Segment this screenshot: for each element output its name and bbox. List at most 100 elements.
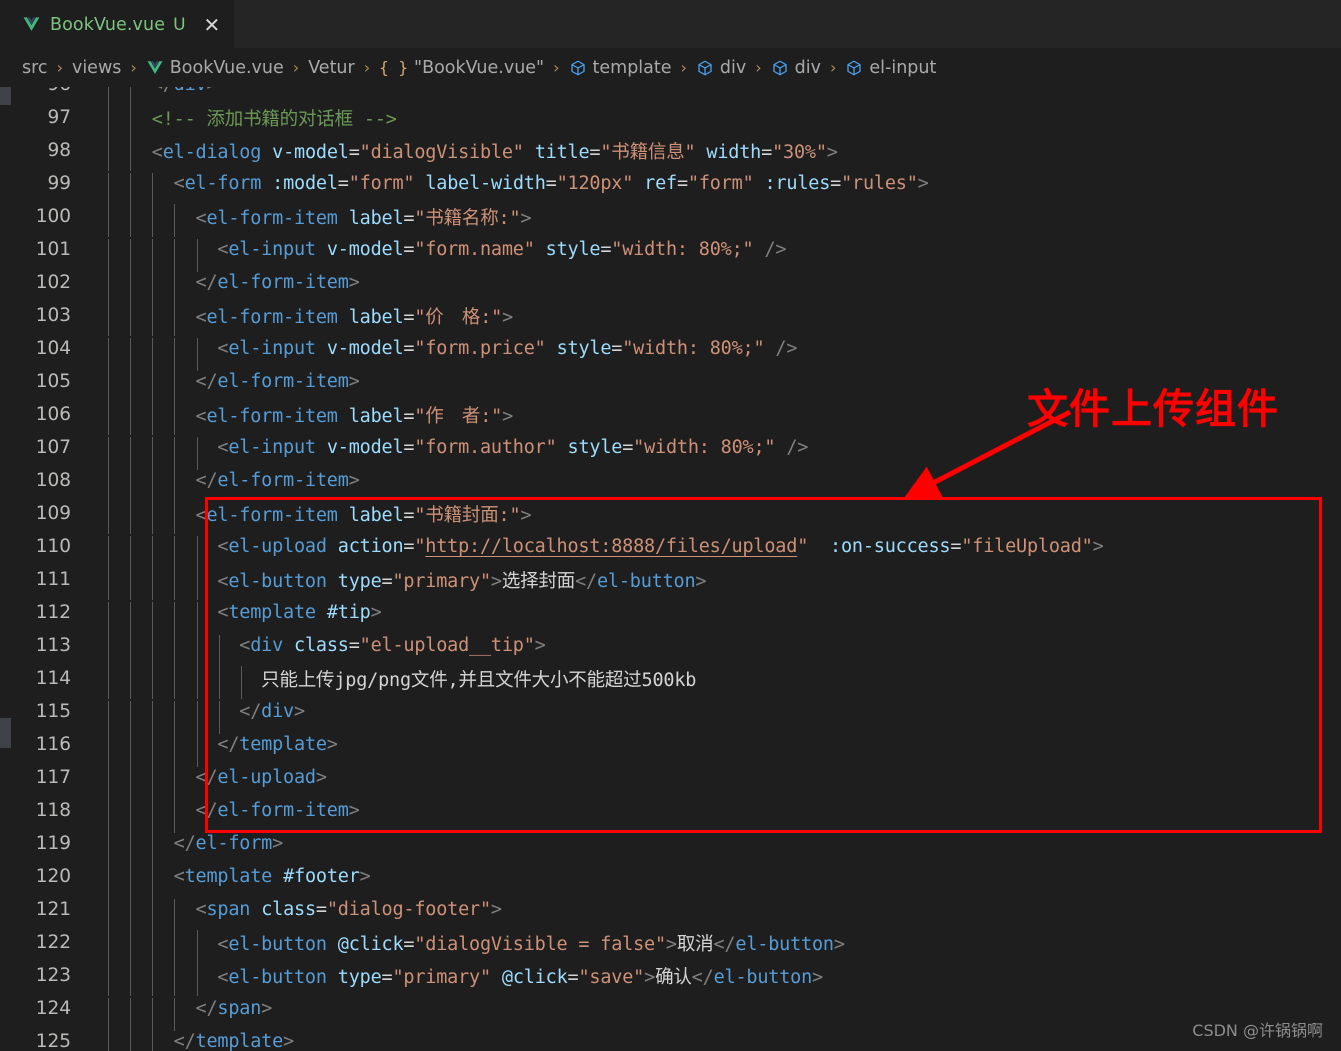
indent-guide: [174, 500, 176, 534]
code-line-text: </el-form-item>: [88, 470, 1341, 503]
breadcrumb-item-template[interactable]: template: [569, 58, 672, 78]
indent-guide: [152, 929, 154, 963]
indent-guide: [108, 1031, 109, 1051]
breadcrumb-item-bookvue-symbol[interactable]: { } "BookVue.vue": [379, 58, 544, 78]
code-line[interactable]: 115 </div>: [0, 695, 1341, 734]
tab-bookvue-vue[interactable]: BookVue.vue U ✕: [0, 0, 235, 48]
indent-guide: [108, 566, 109, 600]
indent-guide: [108, 104, 109, 138]
indent-guide: [108, 137, 109, 171]
code-line-text: <el-form-item label="书籍名称:">: [88, 203, 1341, 237]
code-line[interactable]: 114 只能上传jpg/png文件,并且文件大小不能超过500kb: [0, 662, 1341, 699]
code-line[interactable]: 109 <el-form-item label="书籍封面:">: [0, 497, 1341, 534]
code-line[interactable]: 104 <el-input v-model="form.price" style…: [0, 332, 1341, 371]
code-line[interactable]: 120 <template #footer>: [0, 860, 1341, 899]
code-line[interactable]: 121 <span class="dialog-footer">: [0, 893, 1341, 932]
breadcrumb-label: src: [22, 57, 48, 78]
line-number: 110: [35, 536, 71, 557]
breadcrumb-item-views[interactable]: views: [72, 58, 121, 78]
code-line[interactable]: 101 <el-input v-model="form.name" style=…: [0, 233, 1341, 272]
breadcrumb-label: Vetur: [308, 57, 355, 78]
code-line[interactable]: 116 </template>: [0, 728, 1341, 767]
code-line[interactable]: 100 <el-form-item label="书籍名称:">: [0, 200, 1341, 237]
indent-guide: [108, 203, 109, 237]
line-number: 97: [47, 107, 71, 128]
breadcrumb-item-bookvue-file[interactable]: BookVue.vue: [146, 58, 284, 78]
line-number: 114: [35, 668, 71, 689]
code-line[interactable]: 119 </el-form>: [0, 827, 1341, 866]
line-number: 116: [35, 734, 71, 755]
indent-guide: [108, 302, 109, 336]
breadcrumb-item-div-1[interactable]: div: [696, 58, 746, 78]
code-line[interactable]: 111 <el-button type="primary">选择封面</el-b…: [0, 563, 1341, 600]
code-line-text: <el-button @click="dialogVisible = false…: [88, 929, 1341, 963]
code-lines-container[interactable]: 96 </div>97 <!-- 添加书籍的对话框 -->98 <el-dial…: [0, 87, 1341, 1051]
indent-guide: [130, 302, 132, 336]
breadcrumb-item-vetur[interactable]: Vetur: [308, 58, 355, 78]
chevron-right-icon: ›: [363, 58, 371, 77]
code-line-text: <el-form-item label="书籍封面:">: [88, 500, 1341, 534]
code-line-text: </template>: [88, 1031, 1341, 1051]
code-line[interactable]: 123 <el-button type="primary" @click="sa…: [0, 959, 1341, 996]
code-line-text: </span>: [88, 998, 1341, 1031]
code-line-text: <!-- 添加书籍的对话框 -->: [88, 104, 1341, 138]
tab-unsaved-badge: U: [173, 14, 186, 35]
code-line[interactable]: 113 <div class="el-upload__tip">: [0, 629, 1341, 668]
indent-guide: [108, 929, 109, 963]
breadcrumb-item-src[interactable]: src: [22, 58, 48, 78]
code-line-text: </el-upload>: [88, 767, 1341, 800]
code-editor[interactable]: 96 </div>97 <!-- 添加书籍的对话框 -->98 <el-dial…: [0, 87, 1341, 1051]
line-number: 113: [35, 635, 71, 656]
line-number: 118: [35, 800, 71, 821]
code-line[interactable]: 98 <el-dialog v-model="dialogVisible" ti…: [0, 134, 1341, 171]
indent-guide: [174, 929, 176, 963]
tab-filename: BookVue.vue: [50, 14, 166, 35]
line-number: 96: [0, 87, 88, 95]
code-line[interactable]: 124 </span>: [0, 992, 1341, 1031]
chevron-right-icon: ›: [553, 58, 560, 77]
code-line[interactable]: 97 <!-- 添加书籍的对话框 -->: [0, 101, 1341, 138]
breadcrumb-item-el-input[interactable]: el-input: [845, 58, 936, 78]
code-line-text: <template #footer>: [88, 866, 1341, 899]
line-number: 104: [35, 338, 71, 359]
indent-guide: [130, 137, 132, 171]
code-line-text: </div>: [88, 87, 1341, 107]
braces-icon: { }: [379, 58, 409, 77]
chevron-right-icon: ›: [829, 58, 837, 77]
code-line-text: <el-input v-model="form.name" style="wid…: [88, 239, 1341, 272]
breadcrumb-label: div: [719, 57, 747, 78]
code-line-text: <el-input v-model="form.price" style="wi…: [88, 338, 1341, 371]
indent-guide: [174, 203, 176, 237]
indent-guide: [152, 1031, 154, 1051]
code-line[interactable]: 107 <el-input v-model="form.author" styl…: [0, 431, 1341, 470]
breadcrumb-label: el-input: [869, 57, 937, 78]
close-icon[interactable]: ✕: [204, 15, 221, 35]
code-line[interactable]: 122 <el-button @click="dialogVisible = f…: [0, 926, 1341, 963]
indent-guide: [218, 665, 220, 699]
code-line[interactable]: 118 </el-form-item>: [0, 794, 1341, 833]
indent-guide: [196, 929, 198, 963]
line-number: 115: [35, 701, 71, 722]
indent-guide: [130, 401, 132, 435]
vue-logo-icon: [22, 15, 41, 34]
code-line[interactable]: 103 <el-form-item label="价 格:">: [0, 299, 1341, 336]
breadcrumb-label: BookVue.vue: [169, 57, 284, 78]
indent-guide: [130, 1031, 132, 1051]
csdn-watermark: CSDN @许锅锅啊: [1192, 1021, 1323, 1040]
code-line[interactable]: 110 <el-upload action="http://localhost:…: [0, 530, 1341, 569]
code-line[interactable]: 96 </div>: [0, 87, 1341, 107]
breadcrumb-item-div-2[interactable]: div: [771, 58, 821, 78]
code-line[interactable]: 117 </el-upload>: [0, 761, 1341, 800]
editor-tab-bar: BookVue.vue U ✕: [0, 0, 1341, 48]
code-line[interactable]: 112 <template #tip>: [0, 596, 1341, 635]
code-line[interactable]: 108 </el-form-item>: [0, 464, 1341, 503]
line-number: 122: [35, 932, 71, 953]
indent-guide: [174, 566, 176, 600]
line-number: 111: [35, 569, 71, 590]
code-line[interactable]: 99 <el-form :model="form" label-width="1…: [0, 167, 1341, 206]
code-line-text: <span class="dialog-footer">: [88, 899, 1341, 932]
code-line[interactable]: 102 </el-form-item>: [0, 266, 1341, 305]
annotation-label: 文件上传组件: [1027, 385, 1279, 433]
code-line[interactable]: 125 </template>: [0, 1025, 1341, 1051]
code-line-text: <el-upload action="http://localhost:8888…: [88, 536, 1341, 569]
